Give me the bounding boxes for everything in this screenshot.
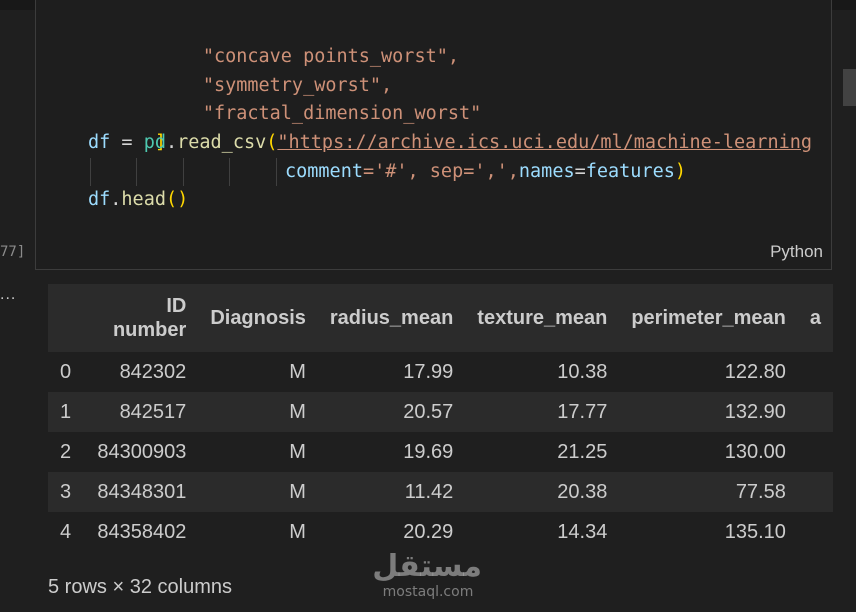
watermark-latin: mostaql.com — [382, 584, 474, 600]
code-token: ( — [266, 132, 278, 153]
scrollbar-thumb[interactable] — [843, 69, 856, 106]
cell-radius-mean: 17.99 — [403, 360, 454, 383]
cell-texture-mean: 17.77 — [557, 400, 608, 423]
cell-truncated — [798, 352, 833, 392]
row-index: 0 — [60, 360, 72, 383]
code-token: = — [574, 161, 586, 182]
table-row: 2 84300903 M 19.69 21.25 130.00 — [48, 432, 833, 472]
code-cell[interactable]: "concave points_worst", "symmetry_worst"… — [35, 0, 832, 270]
output-more-icon[interactable]: ... — [0, 286, 16, 304]
cell-perimeter-mean: 130.00 — [724, 440, 786, 463]
cell-truncated — [798, 392, 833, 432]
table-summary: 5 rows × 32 columns — [48, 576, 232, 598]
code-token: head — [121, 189, 166, 210]
code-token: . — [110, 189, 122, 210]
row-index: 4 — [60, 520, 72, 543]
cell-perimeter-mean: 77.58 — [735, 480, 786, 503]
cell-texture-mean: 20.38 — [557, 480, 608, 503]
cell-id-number: 84300903 — [97, 440, 187, 463]
cell-diagnosis: M — [289, 360, 306, 383]
header-diagnosis: Diagnosis — [210, 307, 306, 329]
code-line-6: comment='#', sep=',',names=features) — [285, 158, 686, 186]
code-token: df — [88, 132, 111, 153]
code-editor[interactable]: "concave points_worst", "symmetry_worst"… — [36, 0, 831, 269]
cell-perimeter-mean: 135.10 — [724, 520, 786, 543]
indent-guide — [276, 158, 277, 186]
cell-radius-mean: 20.57 — [403, 400, 454, 423]
code-token: ='#', sep=',', — [362, 161, 519, 182]
cell-diagnosis: M — [289, 400, 306, 423]
cell-perimeter-mean: 122.80 — [724, 360, 786, 383]
cell-diagnosis: M — [289, 480, 306, 503]
cell-radius-mean: 20.29 — [403, 520, 454, 543]
row-index: 1 — [60, 400, 72, 423]
row-index: 2 — [60, 440, 72, 463]
code-token: = — [121, 132, 133, 153]
code-line-5: df = pd.read_csv("https://archive.ics.uc… — [88, 129, 812, 157]
header-id-number: ID number — [112, 295, 187, 341]
header-index — [48, 284, 85, 352]
cell-id-number: 84358402 — [97, 520, 187, 543]
table-header-row: ID number Diagnosis radius_mean texture_… — [48, 284, 833, 352]
cell-truncated — [798, 432, 833, 472]
code-token: features — [585, 161, 675, 182]
header-texture-mean: texture_mean — [477, 307, 608, 329]
code-line-4: ] — [88, 101, 166, 153]
indent-guide — [183, 158, 184, 186]
cell-id-number: 84348301 — [97, 480, 187, 503]
code-token: . — [165, 132, 178, 153]
cell-language-label[interactable]: Python — [770, 242, 823, 262]
cell-radius-mean: 19.69 — [403, 440, 454, 463]
table-row: 4 84358402 M 20.29 14.34 135.10 — [48, 512, 833, 552]
cell-radius-mean: 11.42 — [404, 480, 454, 503]
code-line-3: "fractal_dimension_worst" — [136, 72, 481, 124]
code-line-2: "symmetry_worst", — [136, 44, 392, 96]
watermark-arabic: مستقل — [372, 549, 482, 584]
header-perimeter-mean: perimeter_mean — [631, 307, 786, 329]
header-truncated: a — [809, 307, 821, 329]
code-token: "https://archive.ics.uci.edu/ml/machine-… — [277, 132, 812, 153]
code-token: df — [88, 189, 111, 210]
mostaql-watermark: مستقل mostaql.com — [372, 549, 482, 601]
cell-truncated — [798, 472, 833, 512]
code-token: comment — [285, 161, 363, 182]
table-row: 0 842302 M 17.99 10.38 122.80 — [48, 352, 833, 392]
table-row: 1 842517 M 20.57 17.77 132.90 — [48, 392, 833, 432]
execution-count: 77] — [0, 244, 26, 260]
indent-guide — [229, 158, 230, 186]
row-index: 3 — [60, 480, 72, 503]
cell-texture-mean: 21.25 — [557, 440, 608, 463]
code-token: names — [518, 161, 575, 182]
code-token: "fractal_dimension_worst" — [202, 103, 482, 124]
indent-guide — [136, 158, 137, 186]
cell-id-number: 842517 — [119, 400, 187, 423]
cell-texture-mean: 10.38 — [557, 360, 608, 383]
code-token: ) — [674, 161, 686, 182]
code-token: read_csv — [177, 132, 267, 153]
dataframe-table: ID number Diagnosis radius_mean texture_… — [48, 284, 833, 552]
cell-id-number: 842302 — [119, 360, 187, 383]
cell-truncated — [798, 512, 833, 552]
cell-perimeter-mean: 132.90 — [724, 400, 786, 423]
code-token: pd — [143, 132, 166, 153]
code-token: () — [165, 189, 189, 210]
cell-diagnosis: M — [289, 440, 306, 463]
table-row: 3 84348301 M 11.42 20.38 77.58 — [48, 472, 833, 512]
indent-guide — [90, 158, 91, 186]
cell-texture-mean: 14.34 — [557, 520, 608, 543]
output-table-container: ID number Diagnosis radius_mean texture_… — [48, 284, 833, 554]
cell-diagnosis: M — [289, 520, 306, 543]
code-line-1: "concave points_worst", — [136, 15, 459, 67]
code-line-7: df.head() — [88, 186, 188, 214]
header-radius-mean: radius_mean — [329, 307, 454, 329]
